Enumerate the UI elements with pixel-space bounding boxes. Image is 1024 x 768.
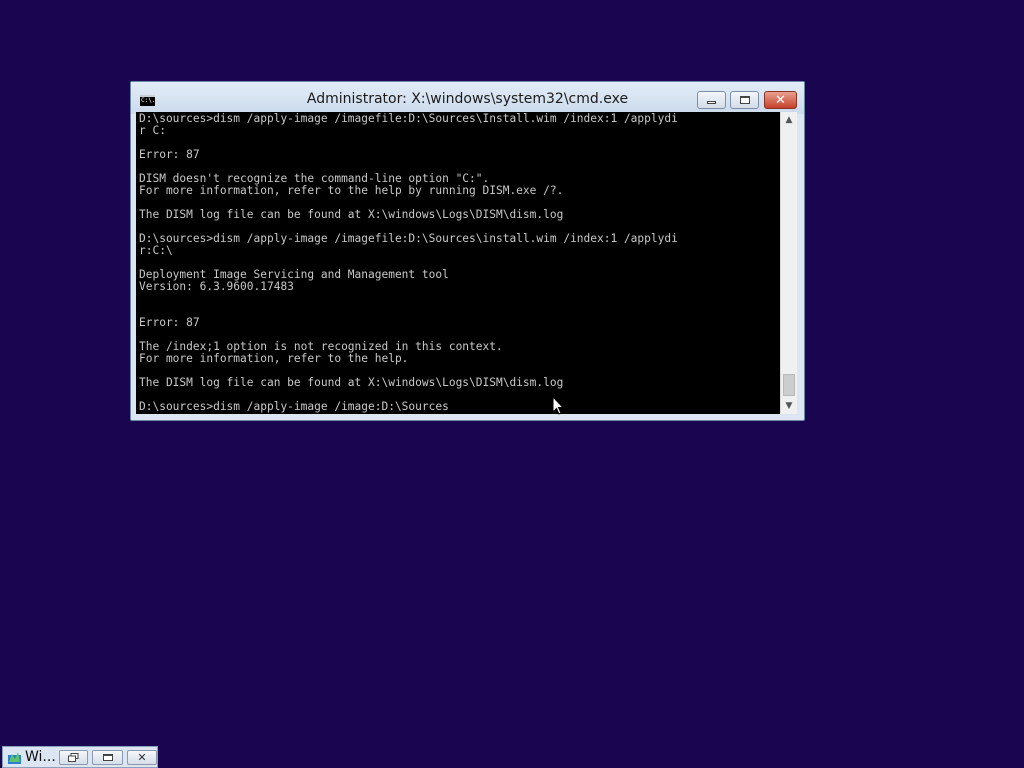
scrollbar-thumb[interactable] bbox=[783, 374, 795, 396]
console-line: For more information, refer to the help. bbox=[139, 352, 409, 365]
maximize-icon bbox=[739, 96, 750, 104]
console-line: D:\sources>dism /apply-image /imagefile:… bbox=[139, 112, 678, 125]
taskbar-item-label: Wi... bbox=[25, 749, 56, 765]
scroll-up-arrow-icon[interactable]: ▲ bbox=[781, 112, 797, 128]
console-line: D:\sources>dism /apply-image /image:D:\S… bbox=[139, 400, 449, 413]
console-lines: D:\sources>dism /apply-image /imagefile:… bbox=[139, 113, 678, 413]
taskbar-close-button[interactable]: ✕ bbox=[127, 750, 157, 765]
console-line: D:\sources>dism /apply-image /imagefile:… bbox=[139, 232, 678, 245]
vertical-scrollbar[interactable]: ▲ ▼ bbox=[780, 112, 797, 414]
maximize-icon bbox=[102, 754, 113, 761]
close-icon: ✕ bbox=[137, 751, 147, 764]
cmd-window: C:\. Administrator: X:\windows\system32\… bbox=[130, 81, 805, 421]
maximize-button[interactable] bbox=[730, 91, 759, 109]
console-line: Error: 87 bbox=[139, 316, 200, 329]
minimized-window-taskbar-item[interactable]: Wi... ✕ bbox=[2, 746, 158, 768]
close-button[interactable]: ✕ bbox=[764, 91, 797, 109]
restore-icon bbox=[68, 753, 79, 762]
close-icon: ✕ bbox=[775, 92, 786, 108]
scroll-down-arrow-icon[interactable]: ▼ bbox=[781, 398, 797, 414]
minimize-button[interactable] bbox=[697, 91, 726, 109]
taskbar-maximize-button[interactable] bbox=[92, 750, 123, 765]
console-line: For more information, refer to the help … bbox=[139, 184, 564, 197]
mouse-pointer-icon bbox=[552, 396, 564, 415]
console-line: Error: 87 bbox=[139, 148, 200, 161]
title-bar[interactable]: C:\. Administrator: X:\windows\system32\… bbox=[131, 82, 804, 114]
console-output[interactable]: D:\sources>dism /apply-image /imagefile:… bbox=[136, 112, 780, 414]
minimize-icon bbox=[707, 101, 716, 104]
setup-icon bbox=[8, 752, 21, 764]
console-line: The DISM log file can be found at X:\win… bbox=[139, 376, 564, 389]
restore-button[interactable] bbox=[59, 750, 88, 765]
console-line: r C: bbox=[139, 124, 166, 137]
console-line: Version: 6.3.9600.17483 bbox=[139, 280, 294, 293]
console-line: r:C:\ bbox=[139, 244, 173, 257]
console-line: The DISM log file can be found at X:\win… bbox=[139, 208, 564, 221]
